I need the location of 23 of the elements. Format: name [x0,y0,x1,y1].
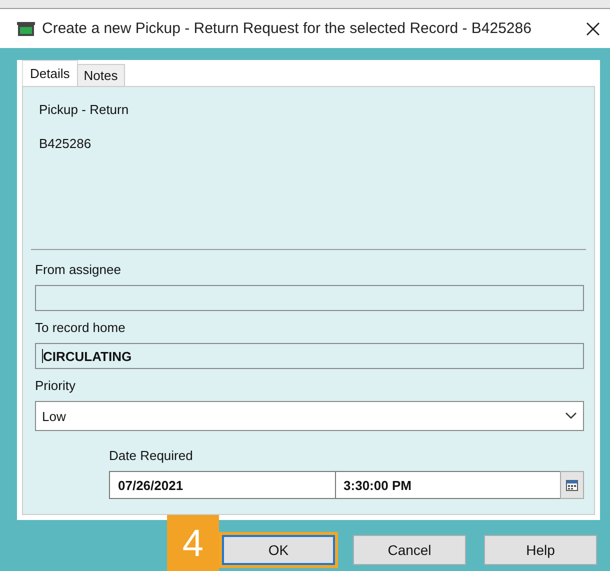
priority-dropdown[interactable]: Low [35,401,584,431]
close-icon[interactable] [586,22,600,36]
dialog-button[interactable]: Help [484,535,597,565]
tray-icon [17,22,35,36]
calendar-icon [566,480,578,490]
dialog-button[interactable]: Cancel [353,535,466,565]
time-field[interactable]: 3:30:00 PM [334,471,562,499]
request-type: Pickup - Return [39,102,130,117]
tab[interactable]: Details [22,60,78,86]
date-field[interactable]: 07/26/2021 [109,471,336,499]
field-label: From assignee [35,262,122,277]
field-label: Priority [35,378,76,393]
field-label: To record home [35,320,126,335]
step-badge: 4 [167,515,219,571]
window-title: Create a new Pickup - Return Request for the selected Record - B425286 [42,20,532,37]
chevron-down-icon [565,412,577,420]
dialog-button[interactable]: OK [222,535,335,565]
calendar-button[interactable] [560,471,584,499]
field-label: Date Required [109,448,194,463]
input-field[interactable]: CIRCULATING [35,343,584,369]
record-number: B425286 [39,136,92,151]
tab[interactable]: Notes [76,64,125,86]
input-field[interactable] [35,285,584,311]
